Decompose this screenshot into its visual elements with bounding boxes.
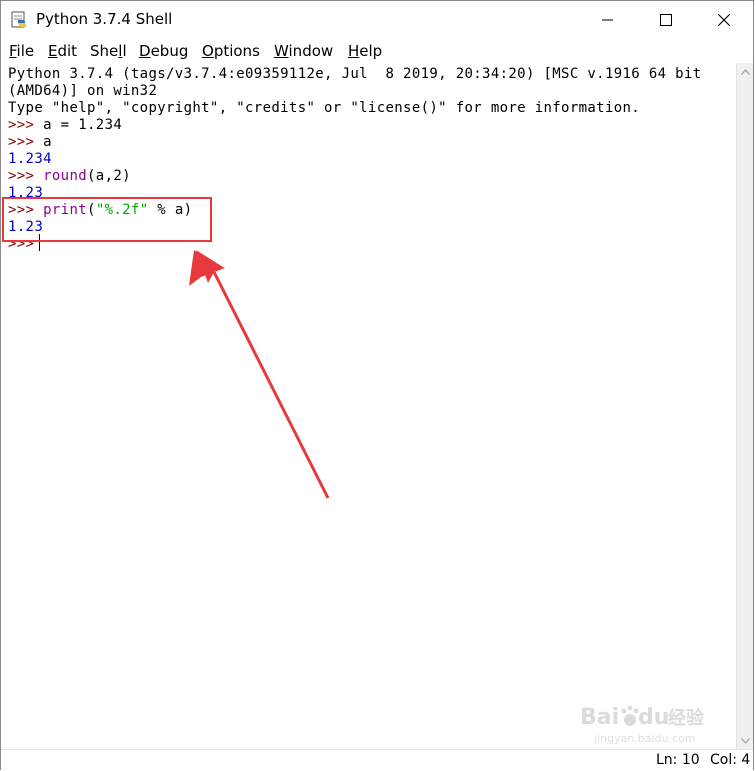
svg-text:Bai: Bai xyxy=(580,705,619,730)
baidu-watermark: Bai du 经验 jingyan.baidu.com xyxy=(580,705,705,745)
svg-text:du: du xyxy=(638,705,669,730)
annotation-arrow xyxy=(189,250,330,500)
svg-text:jingyan.baidu.com: jingyan.baidu.com xyxy=(593,732,696,745)
svg-text:经验: 经验 xyxy=(668,707,705,729)
baidu-paw-icon xyxy=(621,705,639,726)
